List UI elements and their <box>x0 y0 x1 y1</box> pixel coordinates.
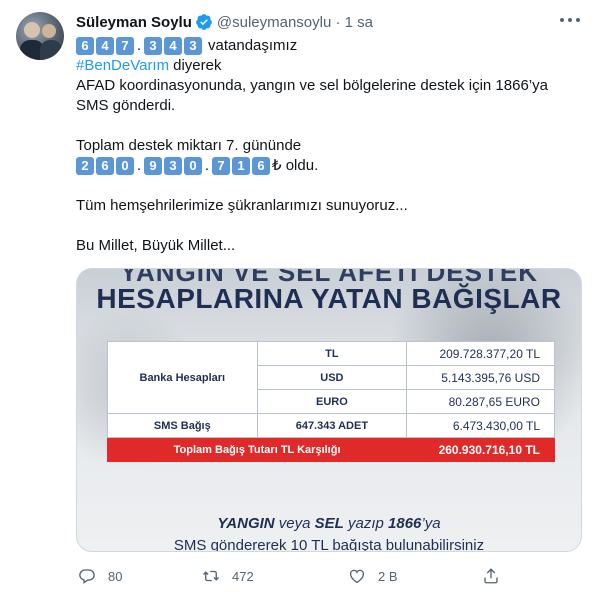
retweet-button[interactable]: 472 <box>202 566 254 586</box>
total-amount-cell: 260.930.716,10 TL <box>406 437 555 462</box>
keycap-digit: 3 <box>164 157 182 175</box>
media-title: HESAPLARINA YATAN BAĞIŞLAR <box>96 283 562 314</box>
sms-count-cell: 647.343 ADET <box>256 413 408 438</box>
share-button[interactable] <box>482 566 500 586</box>
footer-text: ’ya <box>421 515 441 532</box>
table-row: SMS Bağış 647.343 ADET 6.473.430,00 TL <box>107 413 555 438</box>
avatar-person-face <box>24 22 40 38</box>
amount-cell: 80.287,65 EURO <box>406 389 555 414</box>
keycap-digit: 9 <box>144 157 162 175</box>
footer-text: veya <box>274 515 315 532</box>
keycap-digit: 7 <box>212 157 230 175</box>
keycap-digit: 0 <box>116 157 134 175</box>
heart-icon <box>349 569 365 584</box>
keycap-digit: 1 <box>232 157 250 175</box>
author-name[interactable]: Süleyman Soylu <box>76 14 192 31</box>
like-button[interactable]: 2 B <box>348 566 398 586</box>
reply-icon <box>79 569 95 584</box>
footer-keyword: SEL <box>314 515 344 532</box>
currency-cell: TL <box>256 341 408 366</box>
bank-accounts-label: Banka Hesapları <box>107 341 258 414</box>
tweet-line-3: AFAD koordinasyonunda, yangın ve sel böl… <box>76 77 548 94</box>
retweet-count: 472 <box>232 568 254 584</box>
retweet-icon <box>203 570 219 582</box>
tweet-media-image[interactable]: YANGIN VE SEL AFETI DESTEK HESAPLARINA Y… <box>76 268 582 552</box>
donation-table: Banka Hesapları TL 209.728.377,20 TL USD… <box>106 341 555 462</box>
reply-button[interactable]: 80 <box>78 566 122 586</box>
keycap-digit: 3 <box>184 37 202 55</box>
keycap-digit: 6 <box>96 157 114 175</box>
table-row: Banka Hesapları TL 209.728.377,20 TL <box>107 341 555 414</box>
avatar[interactable] <box>16 12 64 60</box>
tweet-line-6: Toplam destek miktarı 7. gününde <box>76 137 302 154</box>
keycap-digit: 7 <box>116 37 134 55</box>
currency-cell: EURO <box>256 389 408 414</box>
tweet-header: Süleyman Soylu @suleymansoylu · 1 sa <box>76 12 373 32</box>
total-label: Toplam Bağış Tutarı TL Karşılığı <box>106 437 408 462</box>
amount-cell: 5.143.395,76 USD <box>406 365 555 390</box>
separator-dot: . <box>136 37 142 54</box>
sms-donation-label: SMS Bağış <box>107 413 258 438</box>
footer-text: yazıp <box>343 515 389 532</box>
footer-keyword: YANGIN <box>217 515 275 532</box>
footer-keyword: 1866 <box>388 515 422 532</box>
keycap-digit: 0 <box>184 157 202 175</box>
total-row: Toplam Bağış Tutarı TL Karşılığı 260.930… <box>106 437 555 462</box>
separator-dot: . <box>204 157 210 174</box>
tweet-text-fragment: vatandaşımız <box>208 37 298 54</box>
tweet-text: 6 4 7 . 3 4 3 vatandaşımız #BenDeVarım d… <box>76 36 582 256</box>
keycap-digit: 6 <box>252 157 270 175</box>
amount-cell: 209.728.377,20 TL <box>406 341 555 366</box>
avatar-person-body <box>40 40 62 60</box>
tweet-line-7: 2 6 0 . 9 3 0 . 7 1 6 ₺ oldu. <box>76 156 582 176</box>
more-options-icon[interactable] <box>560 16 580 24</box>
separator-dot: . <box>136 157 142 174</box>
verified-badge-icon <box>195 14 212 30</box>
hashtag-link[interactable]: #BenDeVarım <box>76 56 169 76</box>
handle-and-time[interactable]: @suleymansoylu · 1 sa <box>217 14 373 31</box>
keycap-digit: 6 <box>76 37 94 55</box>
keycap-digit: 3 <box>144 37 162 55</box>
keycap-digit: 2 <box>76 157 94 175</box>
tweet-text-fragment: diyerek <box>173 57 222 74</box>
reply-count: 80 <box>108 568 123 584</box>
keycap-digit: 4 <box>164 37 182 55</box>
keycap-digit: 4 <box>96 37 114 55</box>
tweet-line-11: Bu Millet, Büyük Millet... <box>76 237 236 254</box>
media-footer-line-2: SMS göndererek 10 TL bağışta bulunabilir… <box>173 537 485 552</box>
avatar-person-face <box>42 24 56 38</box>
tweet-line-4: SMS gönderdi. <box>76 97 176 114</box>
media-footer-line-1: YANGIN veya SEL yazıp 1866’ya <box>77 515 581 532</box>
sms-amount-cell: 6.473.430,00 TL <box>406 413 555 438</box>
currency-cell: USD <box>256 365 408 390</box>
tweet-line-2: #BenDeVarım diyerek <box>76 56 582 76</box>
tweet-line-1: 6 4 7 . 3 4 3 vatandaşımız <box>76 36 582 56</box>
tweet-text-fragment: ₺ oldu. <box>272 157 319 174</box>
tweet-line-9: Tüm hemşehrilerimize şükranlarımızı sunu… <box>76 197 408 214</box>
like-count: 2 B <box>378 568 398 584</box>
share-icon <box>484 568 498 584</box>
tweet-actions: 80 472 2 B <box>76 566 582 586</box>
